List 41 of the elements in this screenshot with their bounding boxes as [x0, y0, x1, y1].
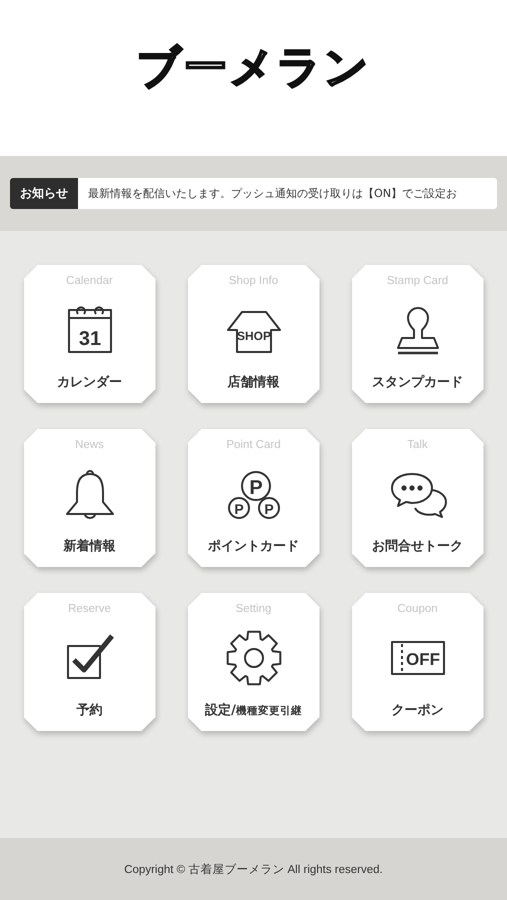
menu-tile[interactable]: Shop Info SHOP 店舗情報 [188, 265, 320, 403]
tile-caption: Point Card [226, 439, 281, 451]
tile-caption: Setting [236, 603, 272, 615]
notice-text: 最新情報を配信いたします。プッシュ通知の受け取りは【ON】でご設定お [87, 186, 458, 202]
calendar-date: 31 [78, 328, 101, 350]
tile-caption: Coupon [397, 603, 438, 615]
menu-tile[interactable]: News 新着情報 [24, 429, 156, 567]
menu-tile[interactable]: Talk お問合せトーク [352, 429, 484, 567]
settings-icon [224, 628, 284, 688]
menu-tile[interactable]: Calendar 31 カレンダー [24, 265, 156, 403]
copyright-text: Copyright © 古着屋ブーメラン All rights reserved. [124, 862, 383, 876]
calendar-icon [68, 306, 112, 353]
tile-label: ポイントカード [208, 538, 299, 555]
shop-sign: SHOP [236, 329, 270, 343]
menu-tile[interactable]: Reserve 予約 [24, 593, 156, 731]
coin-letter: P [248, 477, 262, 499]
point-coins-icon [228, 471, 280, 519]
tile-label: 店舗情報 [228, 374, 280, 391]
tile-caption: Reserve [68, 603, 111, 615]
menu-tile[interactable]: Stamp Card スタンプカード [352, 265, 484, 403]
coupon-text: OFF [406, 650, 440, 669]
menu-tile[interactable]: Coupon OFF クーポン [352, 593, 484, 731]
coin-letter: P [234, 501, 244, 517]
tile-caption: Calendar [66, 275, 113, 287]
tile-label: スタンプカード [372, 374, 463, 391]
tile-label: カレンダー [57, 374, 122, 391]
coin-letter: P [264, 501, 274, 517]
notice-label: お知らせ [10, 178, 78, 209]
menu-tile[interactable]: Point Card P P P ポイントカード [188, 429, 320, 567]
menu-tile[interactable]: Setting 設定/機種変更引継 [188, 593, 320, 731]
tile-caption: Talk [407, 439, 428, 451]
tile-label: クーポン [392, 702, 444, 719]
tile-label: 設定/機種変更引継 [205, 702, 302, 719]
coupon-icon [390, 641, 444, 675]
tile-label: お問合せトーク [372, 538, 463, 555]
shop-icon [226, 311, 280, 353]
tile-label: 予約 [76, 702, 102, 719]
tile-caption: Shop Info [228, 275, 278, 287]
tile-label: 新着情報 [64, 538, 116, 555]
tile-caption: News [75, 439, 104, 451]
tile-caption: Stamp Card [386, 275, 448, 287]
